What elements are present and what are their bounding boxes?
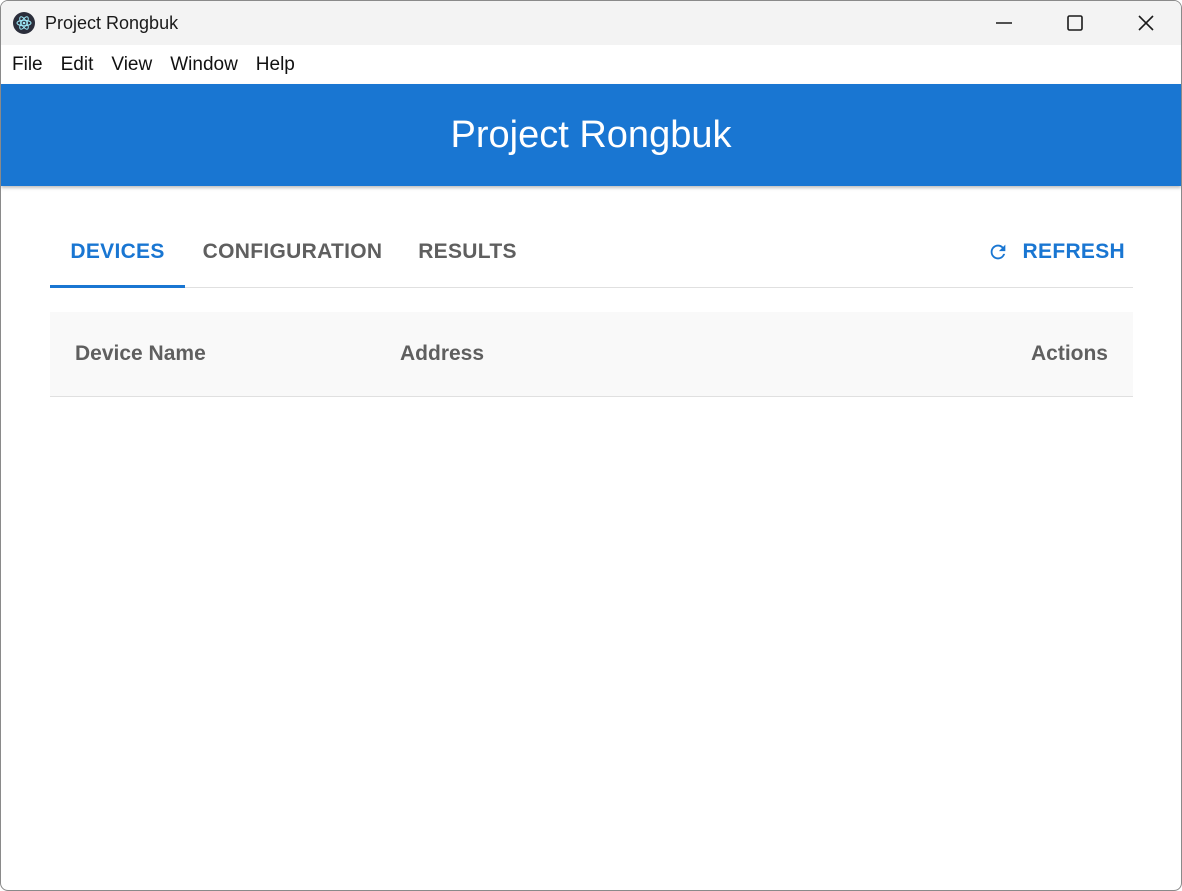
app-window: Project Rongbuk File Edit View Window He… (0, 0, 1182, 891)
close-icon (1137, 15, 1154, 31)
window-title: Project Rongbuk (45, 12, 179, 33)
menu-file[interactable]: File (12, 54, 43, 76)
electron-app-icon (13, 12, 35, 34)
devices-table: Device Name Address Actions (50, 312, 1133, 397)
app-header: Project Rongbuk (1, 84, 1181, 186)
column-address[interactable]: Address (400, 342, 484, 366)
minimize-icon (995, 22, 1012, 24)
refresh-button[interactable]: REFRESH (987, 217, 1125, 287)
tab-bar: DEVICES CONFIGURATION RESULTS REFRESH (50, 217, 1133, 288)
tab-devices[interactable]: DEVICES (50, 217, 185, 288)
tab-results[interactable]: RESULTS (400, 217, 535, 287)
menu-window[interactable]: Window (170, 54, 238, 76)
close-button[interactable] (1110, 1, 1181, 45)
main-content: DEVICES CONFIGURATION RESULTS REFRESH De… (1, 217, 1181, 397)
menu-edit[interactable]: Edit (61, 54, 94, 76)
window-controls (968, 1, 1181, 45)
minimize-button[interactable] (968, 1, 1039, 45)
menu-bar: File Edit View Window Help (1, 45, 1181, 84)
maximize-icon (1066, 15, 1083, 31)
tab-configuration[interactable]: CONFIGURATION (185, 217, 400, 287)
column-device-name[interactable]: Device Name (75, 342, 206, 366)
column-actions: Actions (1030, 342, 1108, 365)
refresh-icon (987, 241, 1009, 263)
table-header: Device Name Address Actions (50, 312, 1133, 397)
menu-help[interactable]: Help (256, 54, 295, 76)
title-bar[interactable]: Project Rongbuk (1, 1, 1181, 45)
refresh-label: REFRESH (1022, 240, 1125, 263)
page-title: Project Rongbuk (450, 113, 732, 156)
menu-view[interactable]: View (111, 54, 152, 76)
maximize-button[interactable] (1039, 1, 1110, 45)
